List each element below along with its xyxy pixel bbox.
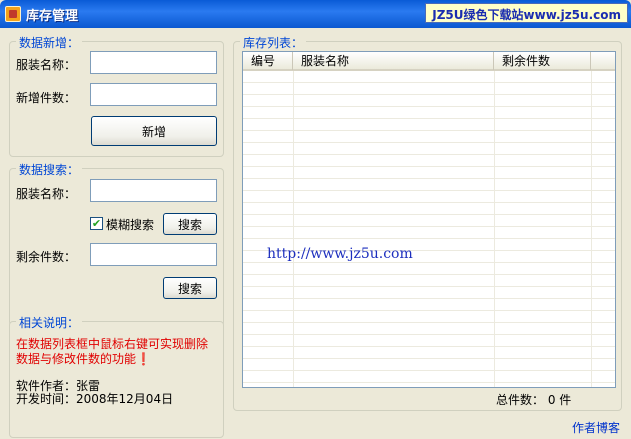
search-remain-input[interactable] xyxy=(90,243,217,266)
add-button[interactable]: 新增 xyxy=(91,116,217,146)
app-icon xyxy=(5,6,21,22)
dev-time-text: 开发时间：2008年12月04日 xyxy=(16,392,174,406)
column-header-name[interactable]: 服装名称 xyxy=(293,52,494,70)
add-group: 数据新增： 服装名称： 新增件数： 新增 xyxy=(9,34,224,157)
total-count: 总件数： 0 件 xyxy=(496,393,572,407)
info-description: 在数据列表框中鼠标右键可实现删除数据与修改件数的功能❗ xyxy=(16,337,209,366)
column-divider xyxy=(494,71,495,387)
search-group: 数据搜索： 服装名称： ✔ 模糊搜索 搜索 剩余件数： 搜索 xyxy=(9,161,224,334)
window-title: 库存管理 xyxy=(26,9,79,24)
title-bar: 库存管理 JZ5U绿色下载站www.jz5u.com xyxy=(0,0,631,28)
add-count-input[interactable] xyxy=(90,83,217,106)
info-group-title: 相关说明： xyxy=(16,314,83,331)
add-group-title: 数据新增： xyxy=(16,34,83,51)
info-group: 相关说明： 在数据列表框中鼠标右键可实现删除数据与修改件数的功能❗ 软件作者：张… xyxy=(9,314,224,438)
search-group-title: 数据搜索： xyxy=(16,161,83,178)
column-divider xyxy=(591,71,592,387)
author-blog-link[interactable]: 作者博客 xyxy=(572,419,620,436)
list-body[interactable] xyxy=(243,71,615,387)
search-name-label: 服装名称： xyxy=(16,187,77,201)
watermark-url: http://www.jz5u.com xyxy=(267,246,413,262)
column-header-id[interactable]: 编号 xyxy=(243,52,293,70)
site-banner: JZ5U绿色下载站www.jz5u.com xyxy=(425,3,628,23)
list-header: 编号 服装名称 剩余件数 xyxy=(243,52,615,71)
column-header-remaining[interactable]: 剩余件数 xyxy=(494,52,591,70)
inventory-group-title: 库存列表： xyxy=(240,34,307,51)
inventory-list[interactable]: 编号 服装名称 剩余件数 xyxy=(242,51,616,388)
add-count-label: 新增件数： xyxy=(16,91,77,105)
fuzzy-search-label: 模糊搜索 xyxy=(106,218,155,232)
check-icon: ✔ xyxy=(91,217,102,230)
column-divider xyxy=(293,71,294,387)
add-name-input[interactable] xyxy=(90,51,217,74)
search-name-input[interactable] xyxy=(90,179,217,202)
main-window: 数据新增： 服装名称： 新增件数： 新增 数据搜索： 服装名称： ✔ 模糊搜索 … xyxy=(0,28,631,439)
fuzzy-search-checkbox[interactable]: ✔ xyxy=(90,217,103,230)
inventory-group: 库存列表： 编号 服装名称 剩余件数 总件数： 0 件 xyxy=(233,34,622,411)
search-remain-label: 剩余件数： xyxy=(16,250,77,264)
add-name-label: 服装名称： xyxy=(16,58,77,72)
search-by-name-button[interactable]: 搜索 xyxy=(163,213,217,235)
search-by-count-button[interactable]: 搜索 xyxy=(163,277,217,299)
